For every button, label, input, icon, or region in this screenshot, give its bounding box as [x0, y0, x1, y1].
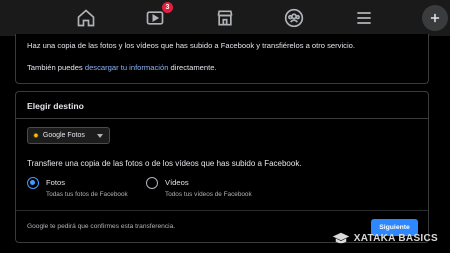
transfer-instructions: Transfiere una copia de las fotos o de l…	[27, 159, 302, 168]
radio-videos-label[interactable]: Vídeos	[165, 178, 189, 187]
plus-icon	[430, 13, 440, 23]
top-nav-bar: 3	[0, 0, 450, 36]
download-info-link[interactable]: descargar tu información	[85, 63, 169, 72]
groups-icon[interactable]	[282, 6, 306, 30]
divider	[16, 118, 428, 119]
radio-videos[interactable]	[146, 177, 158, 189]
divider	[16, 210, 428, 211]
destination-select[interactable]: ✹ Google Fotos	[27, 127, 110, 144]
choose-destination-card: Elegir destino ✹ Google Fotos Transfiere…	[15, 91, 429, 243]
radio-photos-sublabel: Todas tus fotos de Facebook	[46, 191, 128, 198]
marketplace-icon[interactable]	[213, 6, 237, 30]
confirmation-note: Google te pedirá que confirmes esta tran…	[27, 223, 176, 230]
notification-badge: 3	[162, 2, 173, 13]
menu-icon[interactable]	[352, 6, 376, 30]
radio-photos-label[interactable]: Fotos	[46, 178, 65, 187]
watermark-text: XATAKA BASICS	[353, 232, 438, 244]
radio-videos-sublabel: Todos tus vídeos de Facebook	[165, 191, 252, 198]
xataka-watermark: XATAKA BASICS	[332, 231, 438, 245]
watch-icon[interactable]: 3	[143, 2, 173, 30]
transfer-description: Haz una copia de las fotos y los vídeos …	[27, 41, 355, 50]
destination-select-value: Google Fotos	[42, 132, 85, 139]
google-photos-icon: ✹	[33, 132, 39, 140]
graduation-cap-icon	[332, 232, 349, 244]
chevron-down-icon	[97, 134, 103, 138]
radio-photos[interactable]	[27, 177, 39, 189]
home-icon[interactable]	[74, 6, 98, 30]
download-info-prefix: También puedes	[27, 63, 85, 72]
download-info-suffix: directamente.	[168, 63, 217, 72]
create-plus-button[interactable]	[422, 5, 448, 31]
download-info-text: También puedes descargar tu información …	[27, 63, 217, 72]
transfer-info-card: Haz una copia de las fotos y los vídeos …	[15, 34, 429, 84]
card-title: Elegir destino	[27, 101, 84, 111]
